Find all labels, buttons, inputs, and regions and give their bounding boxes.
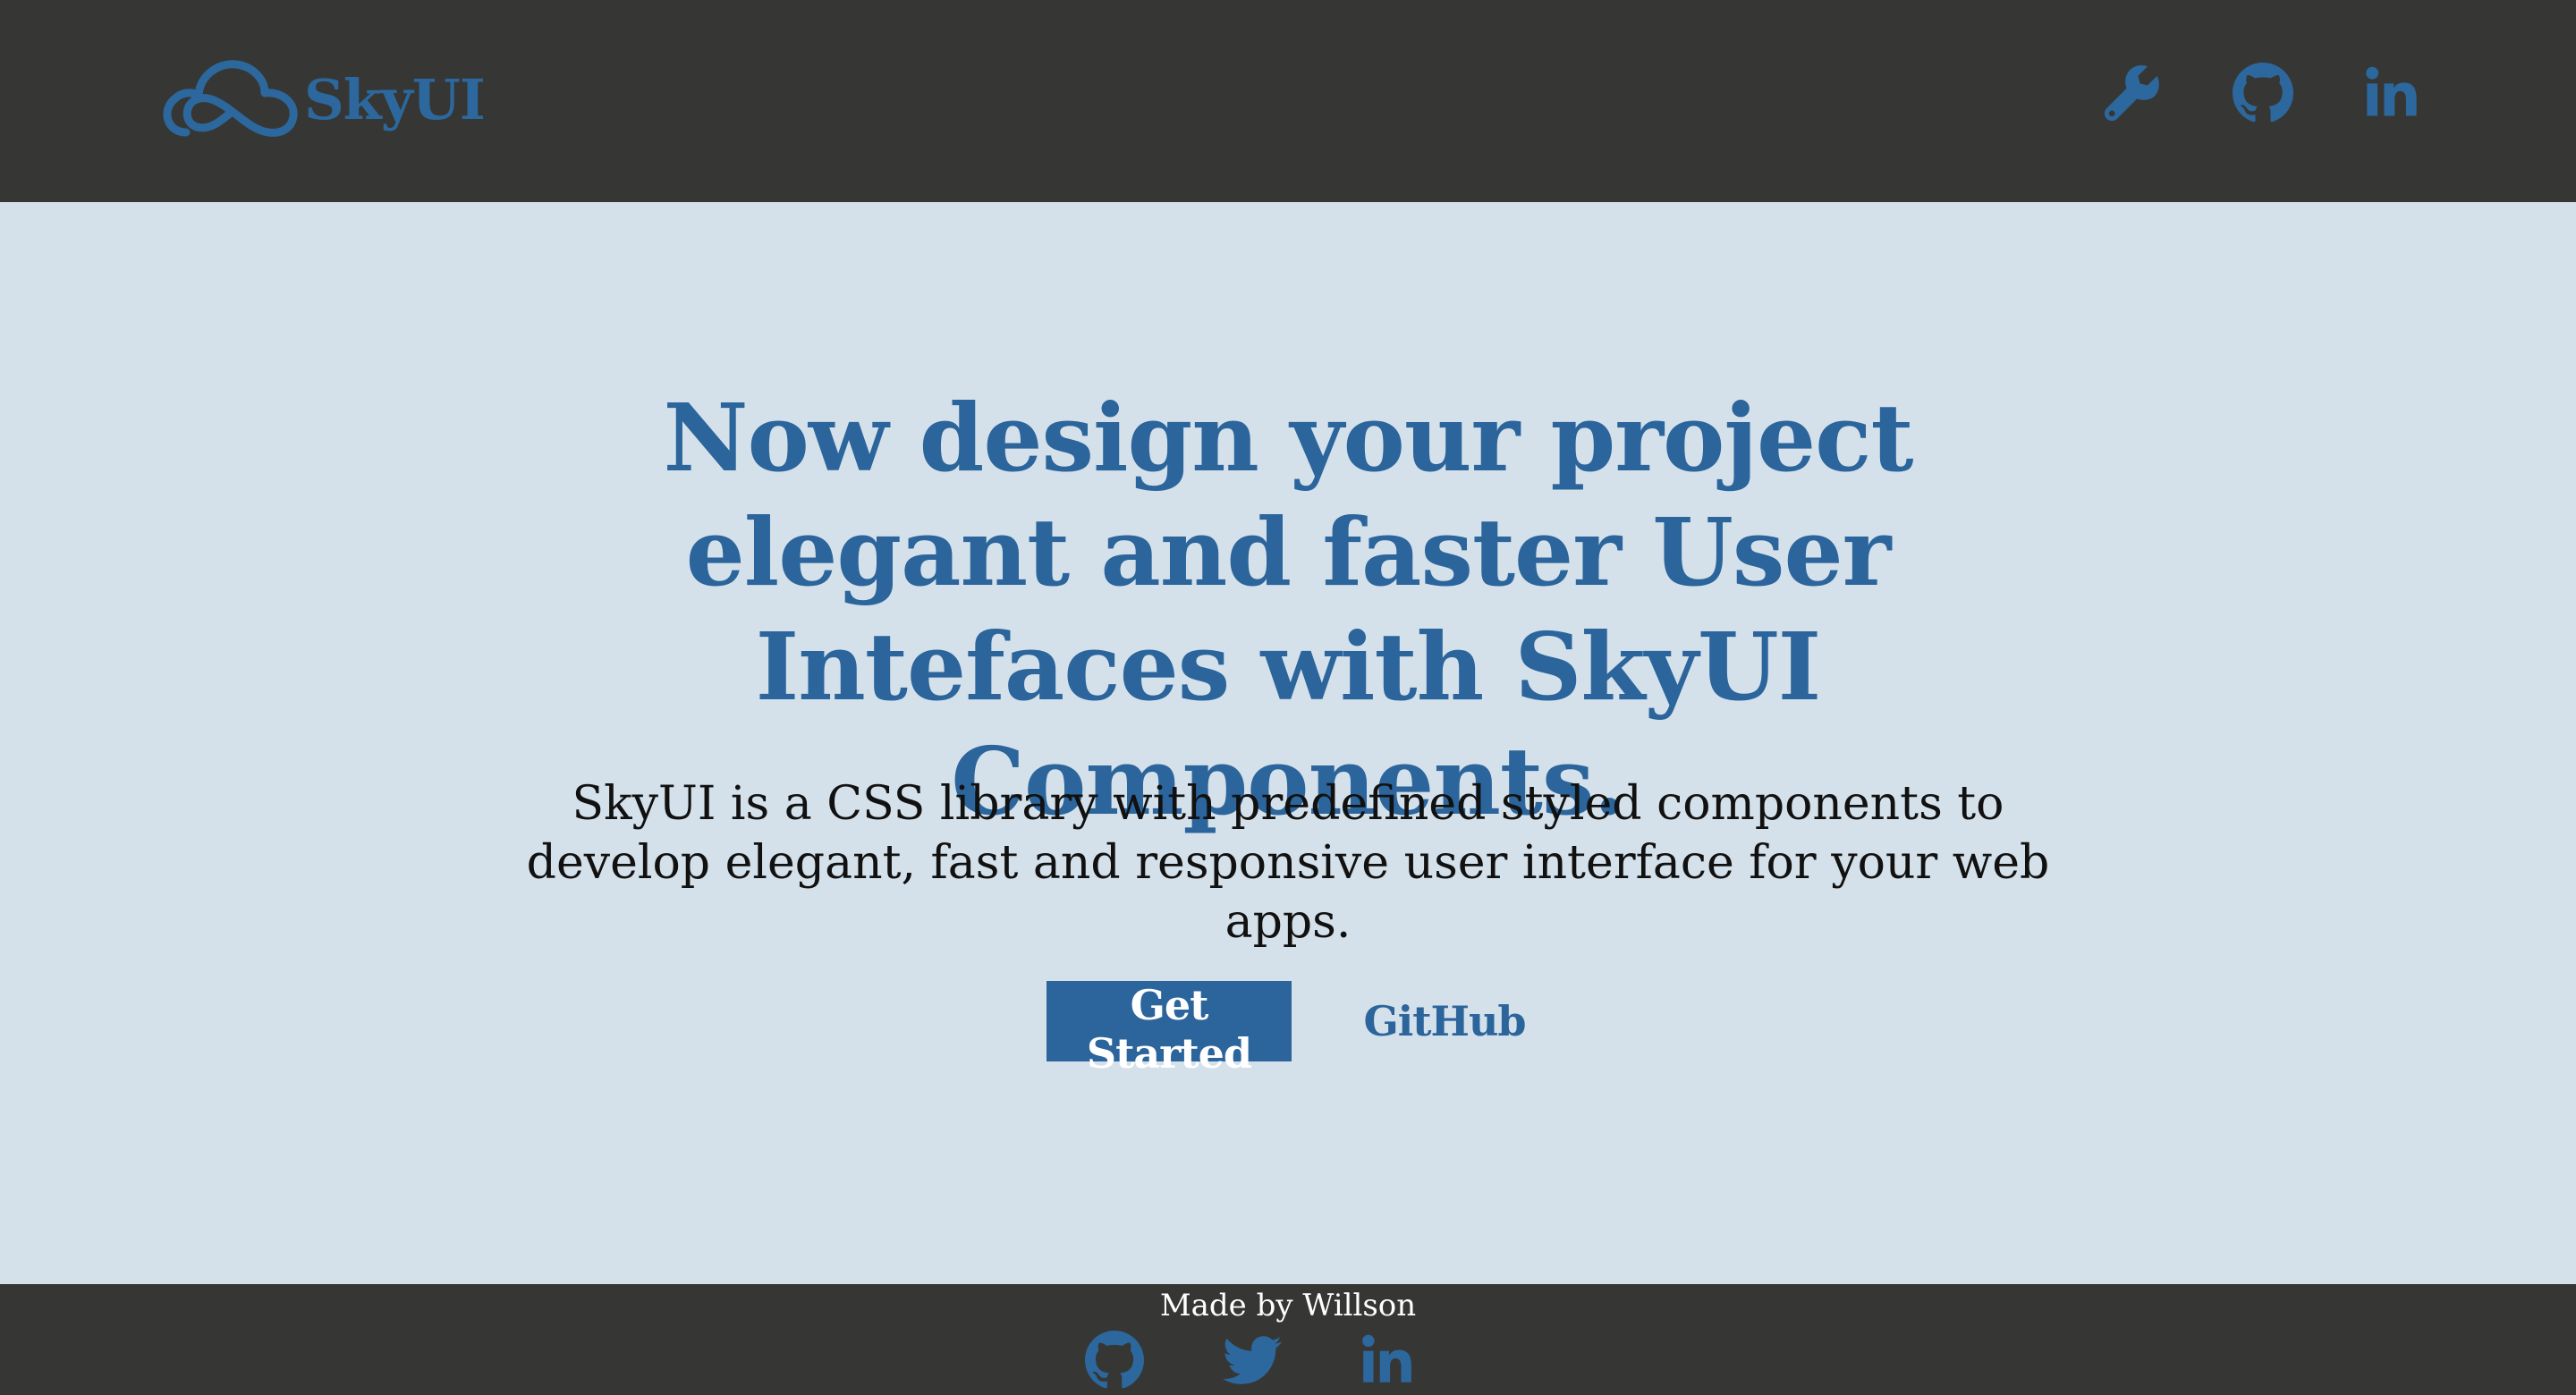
linkedin-icon: [2366, 66, 2417, 116]
twitter-icon: [1223, 1336, 1282, 1384]
footer-linkedin-link[interactable]: [1358, 1331, 1417, 1390]
brand-name: SkyUI: [304, 67, 486, 132]
brand-logo-link[interactable]: SkyUI: [156, 55, 486, 145]
get-started-button[interactable]: Get Started: [1046, 981, 1292, 1078]
linkedin-icon: [1362, 1334, 1411, 1382]
hero-title: Now design your project elegant and fast…: [663, 383, 1913, 836]
wrench-icon: [2104, 65, 2159, 122]
footer-github-link[interactable]: [1085, 1331, 1144, 1390]
hero-subtitle: SkyUI is a CSS library with predefined s…: [526, 777, 2050, 949]
hero-section: Now design your project elegant and fast…: [0, 202, 2576, 1284]
github-icon: [1085, 1331, 1144, 1389]
github-link[interactable]: [2233, 63, 2293, 123]
linkedin-link[interactable]: [2361, 63, 2422, 123]
cloud-logo-icon: [163, 60, 298, 137]
footer: Made by Willson: [0, 1284, 2576, 1395]
footer-credit: Made by Willson: [1159, 1288, 1417, 1323]
github-icon: [2233, 63, 2293, 123]
top-navbar: SkyUI: [0, 0, 2576, 202]
footer-twitter-link[interactable]: [1223, 1331, 1282, 1390]
components-link[interactable]: [2102, 63, 2163, 123]
page: SkyUI Now design your project elegant an…: [0, 0, 2576, 1395]
github-button[interactable]: GitHub: [1363, 981, 1526, 1061]
